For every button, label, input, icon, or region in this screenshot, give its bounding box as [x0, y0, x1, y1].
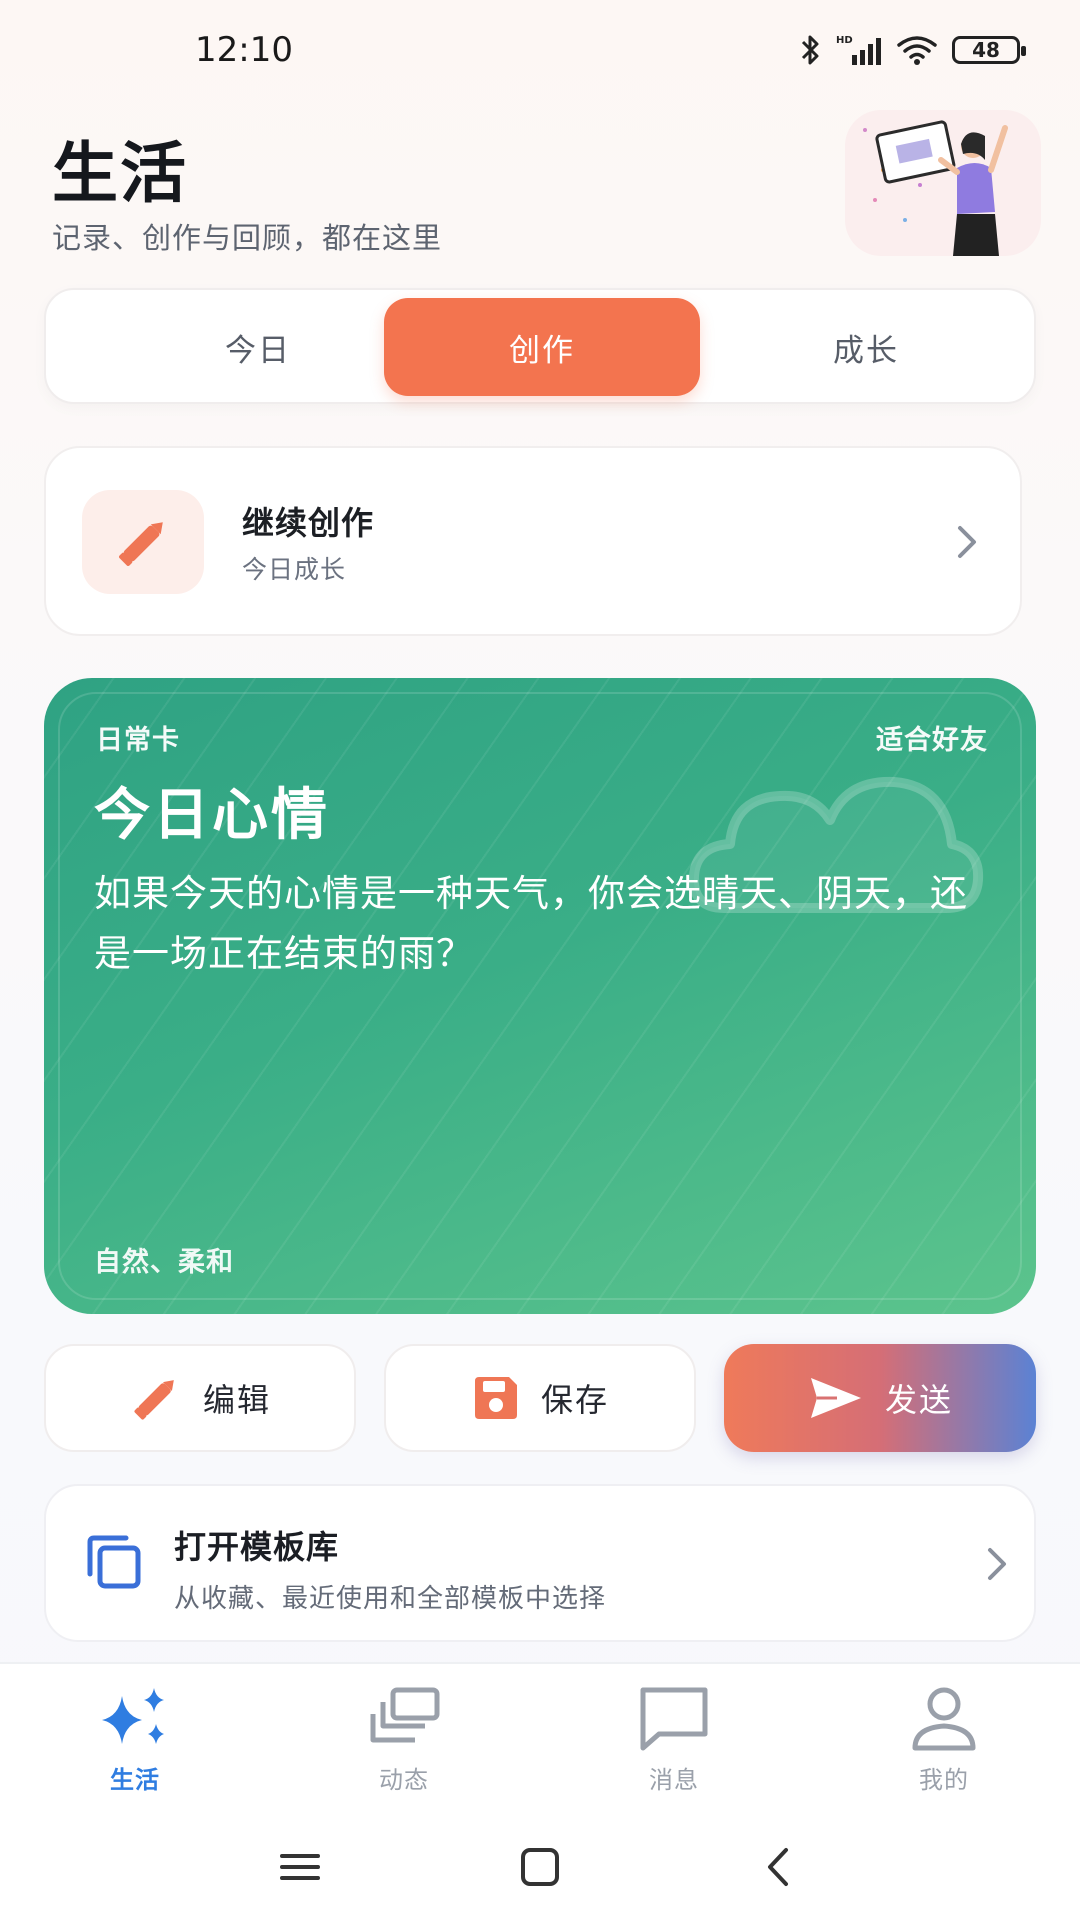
status-bar: 12:10 HD 48 [0, 0, 1080, 100]
card-title: 今日心情 [94, 783, 330, 848]
send-button[interactable]: 发送 [724, 1344, 1036, 1452]
home-icon[interactable] [510, 1842, 570, 1892]
mood-prompt-card[interactable]: 日常卡 适合好友 今日心情 如果今天的心情是一种天气，你会选晴天、阴天，还是一场… [44, 678, 1036, 1314]
person-icon [912, 1687, 976, 1751]
battery-level: 48 [972, 38, 1000, 62]
send-icon [810, 1378, 861, 1418]
card-tag: 日常卡 [96, 725, 180, 756]
status-time: 12:10 [195, 30, 293, 70]
template-library-card[interactable]: 打开模板库 从收藏、最近使用和全部模板中选择 [44, 1484, 1036, 1642]
nav-item-feed[interactable]: 动态 [324, 1682, 484, 1802]
system-navigation-bar [0, 1812, 1080, 1920]
nav-label-messages: 消息 [649, 1766, 699, 1794]
copy-icon [87, 1535, 141, 1589]
continue-title: 继续创作 [242, 504, 375, 542]
continue-creating-card[interactable]: 继续创作 今日成长 [44, 446, 1022, 636]
pencil-icon [134, 1380, 174, 1420]
cellular-signal-icon: HD [836, 35, 881, 65]
nav-item-me[interactable]: 我的 [864, 1682, 1024, 1802]
card-body: 如果今天的心情是一种天气，你会选晴天、阴天，还是一场正在结束的雨？ [94, 872, 968, 975]
menu-icon[interactable] [270, 1842, 330, 1892]
chevron-right-icon [988, 1548, 1006, 1580]
edit-label: 编辑 [202, 1381, 271, 1419]
chevron-right-icon [958, 526, 976, 558]
card-footer: 自然、柔和 [94, 1247, 234, 1278]
tab-growth[interactable]: 成长 [708, 298, 1024, 396]
hero-illustration [845, 110, 1041, 256]
pencil-icon-tile [82, 490, 204, 594]
stack-icon [370, 1687, 440, 1743]
woman-with-picture-illustration [863, 120, 1008, 256]
edit-button[interactable]: 编辑 [44, 1344, 356, 1452]
sparkles-icon [102, 1688, 164, 1744]
wifi-icon [897, 36, 937, 65]
template-library-title: 打开模板库 [174, 1528, 340, 1566]
status-icons: HD 48 [800, 30, 1026, 70]
template-library-subtitle: 从收藏、最近使用和全部模板中选择 [174, 1584, 607, 1614]
bluetooth-icon [801, 35, 819, 65]
save-button[interactable]: 保存 [384, 1344, 696, 1452]
pencil-icon [119, 522, 163, 566]
chat-bubble-icon [640, 1687, 708, 1751]
app-screen: 12:10 HD 48 生活 记录、创作与回顾，都在这里 今日 创作 成长 继续… [0, 0, 1080, 1920]
nav-label-feed: 动态 [379, 1766, 429, 1794]
nav-label-life: 生活 [110, 1766, 160, 1794]
bottom-navigation: 生活 动态 消息 我的 [0, 1662, 1080, 1812]
back-icon[interactable] [750, 1842, 810, 1892]
tab-today[interactable]: 今日 [100, 298, 416, 396]
card-audience: 适合好友 [876, 725, 988, 756]
page-title: 生活 [52, 135, 188, 212]
send-label: 发送 [884, 1381, 953, 1419]
save-label: 保存 [540, 1381, 609, 1419]
svg-text:HD: HD [836, 35, 853, 46]
tab-create[interactable]: 创作 [384, 298, 700, 396]
segmented-tabs: 今日 创作 成长 [44, 288, 1036, 404]
continue-subtitle: 今日成长 [242, 555, 347, 584]
nav-item-messages[interactable]: 消息 [594, 1682, 754, 1802]
battery-icon: 48 [952, 36, 1026, 64]
floppy-disk-icon [474, 1377, 517, 1419]
nav-item-life[interactable]: 生活 [55, 1682, 215, 1802]
page-subtitle: 记录、创作与回顾，都在这里 [52, 221, 443, 255]
nav-label-me: 我的 [919, 1766, 969, 1794]
